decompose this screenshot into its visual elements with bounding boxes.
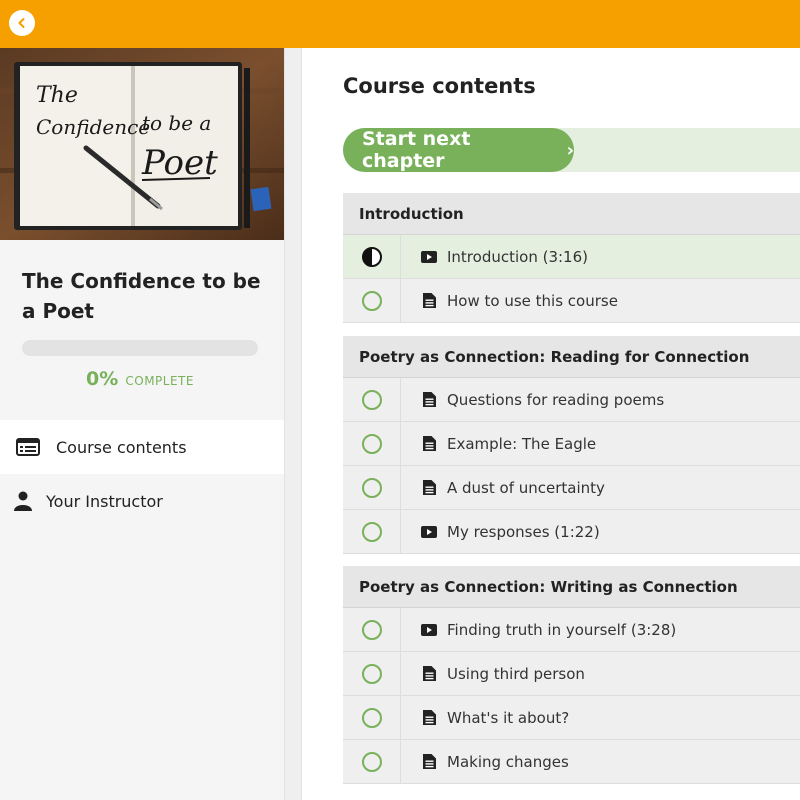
sidebar-item-course-contents[interactable]: Course contents xyxy=(0,420,284,474)
document-icon xyxy=(421,480,437,495)
lesson-title: My responses (1:22) xyxy=(447,522,600,541)
document-icon xyxy=(421,710,437,725)
course-section: Introduction Introduction (3:16) How to us… xyxy=(343,193,800,323)
sidebar: The Confidence to be a Poet The Confiden… xyxy=(0,48,284,800)
lesson-title: Making changes xyxy=(447,752,569,771)
video-icon xyxy=(421,250,437,263)
cover-text-poet: Poet xyxy=(141,143,218,183)
sidebar-item-your-instructor[interactable]: Your Instructor xyxy=(0,474,284,528)
circle-icon xyxy=(343,696,401,739)
progress-percent: 0% xyxy=(86,368,119,390)
document-icon xyxy=(421,392,437,407)
document-icon xyxy=(421,666,437,681)
main-content: Course contents Start next chapter › Int… xyxy=(302,48,800,800)
half-circle-icon xyxy=(343,235,401,278)
lesson-row[interactable]: Example: The Eagle xyxy=(343,422,800,466)
lesson-row[interactable]: What's it about? xyxy=(343,696,800,740)
sidebar-item-label: Your Instructor xyxy=(46,491,163,511)
circle-icon xyxy=(343,652,401,695)
course-section: Poetry as Connection: Reading for Connec… xyxy=(343,336,800,554)
circle-icon xyxy=(343,608,401,651)
progress-status: 0% COMPLETE xyxy=(0,368,280,390)
cover-text-the: The xyxy=(36,83,78,108)
lesson-title: Example: The Eagle xyxy=(447,434,597,453)
user-icon xyxy=(0,491,46,511)
cover-text-confidence: Confidence xyxy=(36,115,150,139)
lesson-title: How to use this course xyxy=(447,291,618,310)
lesson-row[interactable]: A dust of uncertainty xyxy=(343,466,800,510)
chevron-right-icon: › xyxy=(566,139,574,161)
lesson-title: Introduction (3:16) xyxy=(447,247,588,266)
lesson-row[interactable]: Questions for reading poems xyxy=(343,378,800,422)
top-bar xyxy=(0,0,800,48)
circle-icon xyxy=(343,740,401,783)
lesson-row[interactable]: My responses (1:22) xyxy=(343,510,800,554)
sidebar-divider xyxy=(284,48,302,800)
lesson-title: Finding truth in yourself (3:28) xyxy=(447,620,677,639)
lesson-row[interactable]: Using third person xyxy=(343,652,800,696)
section-header: Poetry as Connection: Reading for Connec… xyxy=(343,336,800,378)
course-section: Poetry as Connection: Writing as Connect… xyxy=(343,566,800,784)
lesson-row[interactable]: How to use this course xyxy=(343,279,800,323)
sidebar-item-label: Course contents xyxy=(56,437,187,457)
page-title: Course contents xyxy=(343,74,536,98)
progress-bar xyxy=(22,340,258,356)
back-button[interactable] xyxy=(9,10,35,36)
list-icon xyxy=(0,438,56,456)
circle-icon xyxy=(343,510,401,553)
progress-label: COMPLETE xyxy=(125,374,194,388)
circle-icon xyxy=(343,279,401,322)
lesson-title: What's it about? xyxy=(447,708,570,727)
start-next-chapter-button[interactable]: Start next chapter › xyxy=(343,128,574,172)
lesson-title: Questions for reading poems xyxy=(447,390,665,409)
course-cover-image: The Confidence to be a Poet xyxy=(0,48,284,240)
lesson-title: A dust of uncertainty xyxy=(447,478,605,497)
document-icon xyxy=(421,436,437,451)
lesson-row[interactable]: Making changes xyxy=(343,740,800,784)
circle-icon xyxy=(343,378,401,421)
section-header: Poetry as Connection: Writing as Connect… xyxy=(343,566,800,608)
start-next-chapter-label: Start next chapter xyxy=(362,128,471,172)
document-icon xyxy=(421,293,437,308)
lesson-row[interactable]: Finding truth in yourself (3:28) xyxy=(343,608,800,652)
lesson-title: Using third person xyxy=(447,664,585,683)
lesson-row[interactable]: Introduction (3:16) xyxy=(343,235,800,279)
video-icon xyxy=(421,525,437,538)
circle-icon xyxy=(343,422,401,465)
cover-text-to-be-a: to be a xyxy=(142,111,211,135)
video-icon xyxy=(421,623,437,636)
section-header: Introduction xyxy=(343,193,800,235)
chevron-left-icon xyxy=(18,18,25,28)
course-title: The Confidence to be a Poet xyxy=(22,269,261,323)
circle-icon xyxy=(343,466,401,509)
document-icon xyxy=(421,754,437,769)
